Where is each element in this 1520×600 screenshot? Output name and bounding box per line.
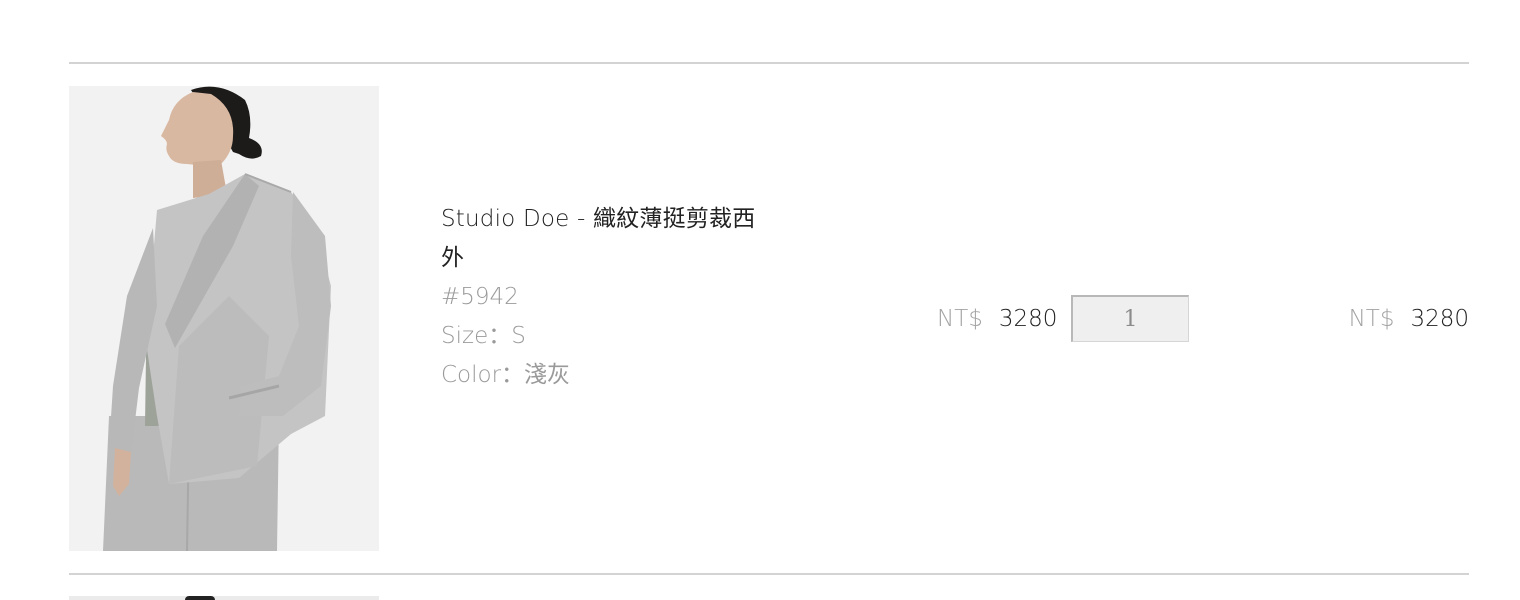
product-title[interactable]: Studio Doe - 織紋薄挺剪裁西外	[441, 200, 761, 278]
product-image[interactable]	[69, 86, 379, 551]
product-sku: #5942	[441, 284, 519, 310]
product-info: Studio Doe - 織紋薄挺剪裁西外 #5942 Size：S Color…	[441, 200, 761, 395]
row-divider-top	[69, 62, 1469, 64]
next-item-image-detail	[185, 596, 215, 600]
product-color: Color：淺灰	[441, 362, 571, 388]
cart-page: Studio Doe - 織紋薄挺剪裁西外 #5942 Size：S Color…	[0, 0, 1520, 600]
product-size: Size：S	[441, 323, 526, 349]
unit-price: NT$ 3280	[937, 300, 1057, 338]
line-total-amount: 3280	[1410, 306, 1469, 332]
row-divider-bottom	[69, 573, 1469, 575]
quantity-input[interactable]	[1071, 295, 1189, 342]
next-item-image	[69, 596, 379, 600]
line-total: NT$ 3280	[1349, 300, 1469, 338]
line-total-currency: NT$	[1348, 306, 1395, 332]
unit-price-currency: NT$	[937, 306, 983, 332]
unit-price-amount: 3280	[998, 306, 1058, 332]
